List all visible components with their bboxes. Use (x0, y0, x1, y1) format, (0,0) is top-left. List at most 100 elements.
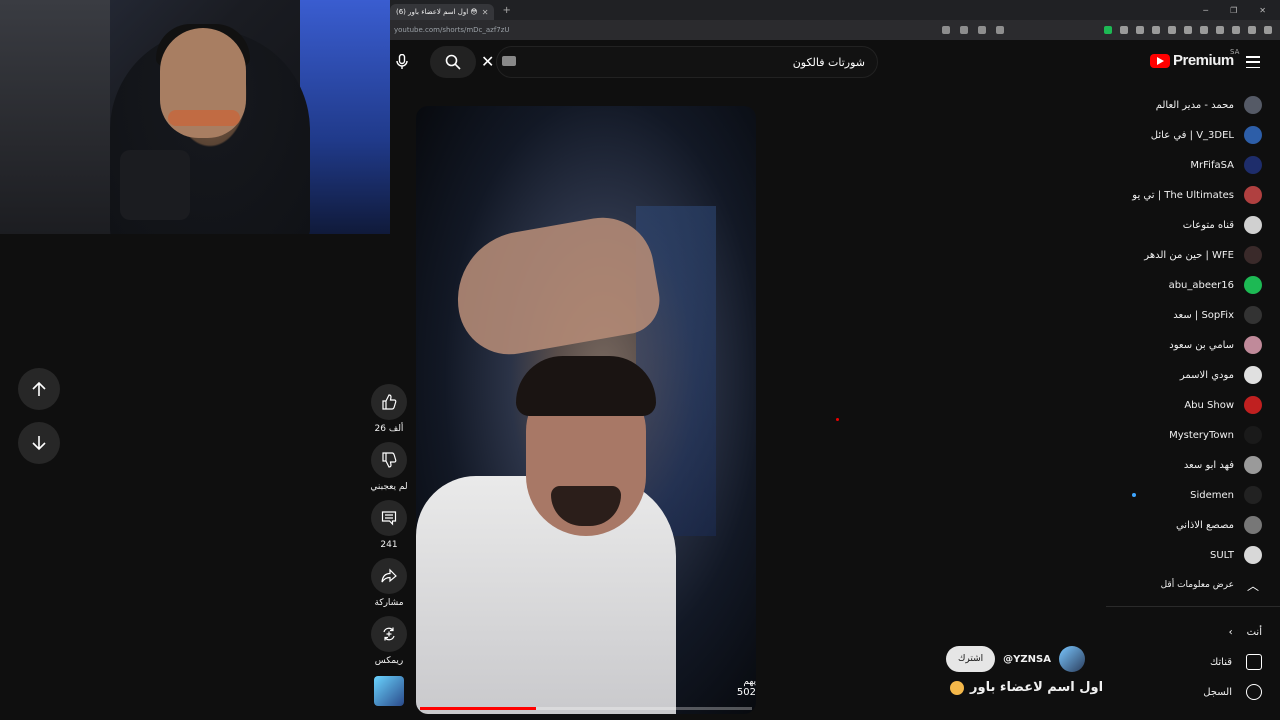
bookmark-icon[interactable] (960, 26, 968, 34)
sidebar-subscription-item[interactable]: تي يو | The Ultimates (1106, 180, 1280, 210)
sidebar-subscription-item[interactable]: فهد ابو سعد (1106, 450, 1280, 480)
tab-title: (6) اول اسم لاعضاء باور 😳 (396, 8, 478, 16)
subscriptions-list: محمد - مدير العالم في عائل | V_3DEL MrFifa… (1106, 90, 1280, 570)
extension-icon[interactable] (1152, 26, 1160, 34)
extension-icon[interactable] (1200, 26, 1208, 34)
subscribe-button[interactable]: اشترك (946, 646, 996, 672)
channel-avatar-icon (1244, 366, 1262, 384)
webcam-overlay (0, 0, 390, 234)
share-icon[interactable] (996, 26, 1004, 34)
sidebar-item-label: السجل (1203, 686, 1232, 698)
comments-button[interactable] (371, 500, 407, 536)
sidebar-subscription-item[interactable]: مودي الاسمر (1106, 360, 1280, 390)
history-icon (1246, 684, 1262, 700)
channel-avatar-icon (1244, 336, 1262, 354)
browser-tab[interactable]: (6) اول اسم لاعضاء باور 😳 ✕ (390, 4, 495, 20)
video-title-text: اول اسم لاعضاء باور (970, 680, 1104, 695)
address-bar[interactable]: youtube.com/shorts/mDc_azf7zU (390, 20, 1280, 40)
flushed-face-icon (950, 680, 964, 695)
share-arrow-icon (381, 568, 397, 583)
sidebar-subscription-item[interactable]: MrFifaSA (1106, 150, 1280, 180)
address-bar-icons (942, 26, 1014, 34)
sidebar-item-history[interactable]: السجل (1106, 677, 1280, 707)
zoom-icon[interactable] (978, 26, 986, 34)
extension-icon[interactable] (1184, 26, 1192, 34)
subscription-name: MysteryTown (1169, 429, 1234, 441)
webcam-background-shelf (0, 0, 110, 234)
channel-handle[interactable]: @YZNSA (1003, 654, 1051, 665)
sidebar-item-your-channel[interactable]: قناتك (1106, 647, 1280, 677)
mic-icon (396, 54, 408, 69)
video-progress-bar[interactable] (420, 707, 752, 710)
sidebar-subscription-item[interactable]: SULT (1106, 540, 1280, 570)
extension-icon[interactable] (1104, 26, 1112, 34)
search-input[interactable]: شورتات فالكون (496, 46, 878, 78)
video-subject-hand (447, 209, 665, 363)
sidebar-subscription-item[interactable]: abu_abeer16 (1106, 270, 1280, 300)
sidebar-subscription-item[interactable]: مصصع الاذاني (1106, 510, 1280, 540)
webcam-glasses (168, 110, 240, 126)
sidebar-subscription-item[interactable]: سعد | SopFix (1106, 300, 1280, 330)
sidebar-subscription-item[interactable]: في عائل | V_3DEL (1106, 120, 1280, 150)
channel-avatar-icon (1244, 186, 1262, 204)
subscription-name: تي يو | The Ultimates (1132, 189, 1234, 201)
view-count-label: يهم (743, 677, 756, 687)
channel-avatar[interactable] (1058, 646, 1085, 672)
sidebar-subscription-item[interactable]: محمد - مدير العالم (1106, 90, 1280, 120)
thumbs-down-icon (382, 452, 397, 468)
audio-source-thumbnail[interactable] (374, 676, 404, 706)
sidebar-subscription-item[interactable]: حين من الدهر | WFE (1106, 240, 1280, 270)
you-section-header[interactable]: ‹ أنت (1106, 617, 1280, 647)
dislike-button[interactable] (371, 442, 407, 478)
video-subject-hair (516, 356, 656, 416)
subscription-name: حين من الدهر | WFE (1144, 249, 1234, 261)
region-code: SA (1230, 48, 1240, 56)
browser-menu-icon[interactable] (1264, 26, 1272, 34)
window-close-icon[interactable]: ✕ (1259, 6, 1266, 15)
channel-avatar-icon (1244, 246, 1262, 264)
webcam-background-poster (300, 0, 390, 234)
translate-icon[interactable] (942, 26, 950, 34)
search-query-text: شورتات فالكون (792, 55, 865, 69)
extension-icon[interactable] (1136, 26, 1144, 34)
show-less-button[interactable]: عرض معلومات أقل ︿ (1106, 570, 1280, 600)
channel-avatar-icon (1244, 426, 1262, 444)
tab-close-icon[interactable]: ✕ (482, 8, 489, 17)
subscription-name: MrFifaSA (1190, 159, 1234, 171)
share-button[interactable] (371, 558, 407, 594)
extension-icon[interactable] (1216, 26, 1224, 34)
youtube-logo[interactable]: Premium SA (1150, 48, 1239, 69)
extension-icon[interactable] (1232, 26, 1240, 34)
subscription-name: SULT (1210, 549, 1234, 561)
window-controls: ─ ❐ ✕ (1203, 6, 1280, 15)
sidebar-subscription-item[interactable]: قناه متوعات (1106, 210, 1280, 240)
keyboard-icon[interactable] (502, 56, 516, 66)
sidebar-subscription-item[interactable]: Abu Show (1106, 390, 1280, 420)
extension-icon[interactable] (1248, 26, 1256, 34)
minimize-icon[interactable]: ─ (1203, 6, 1208, 15)
subscription-name: مودي الاسمر (1179, 369, 1234, 381)
voice-search-button[interactable] (390, 48, 414, 76)
chevron-up-icon: ︿ (1246, 578, 1259, 593)
like-button[interactable] (371, 384, 407, 420)
extension-icon[interactable] (1120, 26, 1128, 34)
sidebar-subscription-item[interactable]: MysteryTown (1106, 420, 1280, 450)
subscription-name: سامي بن سعود (1169, 339, 1234, 351)
share-label: مشاركة (374, 598, 404, 608)
next-short-button[interactable] (18, 422, 60, 464)
menu-icon[interactable] (1246, 56, 1260, 68)
arrow-up-icon (32, 381, 46, 396)
previous-short-button[interactable] (18, 368, 60, 410)
sidebar-subscription-item[interactable]: Sidemen (1106, 480, 1280, 510)
shorts-video-player[interactable]: يهم 502 (416, 106, 756, 714)
extension-icon[interactable] (1168, 26, 1176, 34)
remix-button[interactable] (371, 616, 407, 652)
sidebar-subscription-item[interactable]: سامي بن سعود (1106, 330, 1280, 360)
new-tab-icon[interactable]: + (502, 5, 510, 16)
search-button[interactable] (430, 46, 476, 78)
you-section-label: أنت (1246, 626, 1262, 638)
subscribe-label: اشترك (958, 654, 984, 664)
channel-avatar-icon (1244, 126, 1262, 144)
maximize-icon[interactable]: ❐ (1230, 6, 1237, 15)
clear-search-icon[interactable]: ✕ (481, 52, 494, 71)
